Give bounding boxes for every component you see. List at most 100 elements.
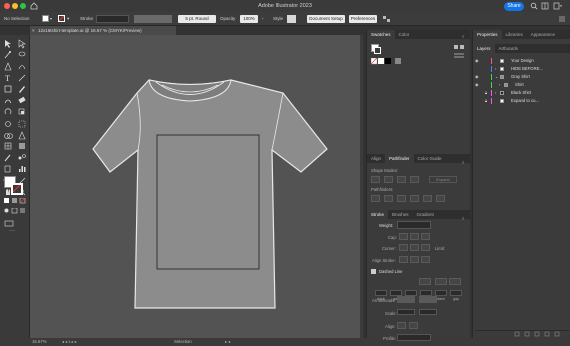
- end-arrowhead-dropdown[interactable]: [419, 296, 437, 303]
- round-join-button[interactable]: [410, 244, 419, 251]
- tab-swatches[interactable]: Swatches: [367, 30, 395, 39]
- layer-name[interactable]: Black Shirt: [511, 89, 531, 97]
- hand-tool-icon[interactable]: [6, 189, 10, 195]
- tab-artboards[interactable]: Artboards: [495, 44, 523, 53]
- direct-selection-tool-icon[interactable]: [18, 39, 26, 49]
- layer-name[interactable]: Expand to cu...: [511, 97, 539, 105]
- end-scale-field[interactable]: [419, 309, 437, 315]
- layer-name[interactable]: Gray Shirt: [511, 73, 530, 81]
- zoom-level[interactable]: 16.67%: [32, 338, 47, 346]
- shape-builder-tool-icon[interactable]: [4, 133, 13, 139]
- curvature-tool-icon[interactable]: [18, 65, 26, 70]
- graphic-style-swatch[interactable]: [287, 15, 296, 23]
- column-graph-tool-icon[interactable]: [19, 166, 26, 172]
- stroke-weight-input[interactable]: [397, 221, 431, 229]
- stroke-swatch[interactable]: [58, 15, 65, 22]
- artboard-nav-icons[interactable]: ◂ ◂ 1 ▸ ▸: [62, 338, 77, 346]
- share-button[interactable]: Share: [504, 2, 524, 11]
- crop-button[interactable]: [410, 195, 419, 202]
- intersect-button[interactable]: [397, 176, 406, 183]
- layer-name[interactable]: Your Design: [511, 57, 534, 65]
- align-inside-button[interactable]: [410, 256, 419, 263]
- gradient-tool-icon[interactable]: [19, 143, 25, 149]
- layer-name[interactable]: HIDE BEFORE...: [511, 65, 543, 73]
- eyedropper-tool-icon[interactable]: [4, 154, 11, 162]
- screen-mode-icon[interactable]: [4, 220, 18, 228]
- dash-align-button-1[interactable]: [419, 278, 431, 285]
- blend-tool-icon[interactable]: [18, 154, 26, 160]
- layer-row[interactable]: ◉ › Shirt: [473, 81, 570, 89]
- symbol-sprayer-tool-icon[interactable]: [4, 165, 11, 173]
- swatch-row[interactable]: [371, 58, 407, 65]
- expand-arrow-icon[interactable]: ›: [499, 81, 500, 89]
- expand-arrow-icon[interactable]: ›: [495, 89, 496, 97]
- canvas-scrollbar[interactable]: [360, 35, 363, 338]
- align-outside-button[interactable]: [421, 256, 430, 263]
- collapse-arrow-icon[interactable]: ⌄: [495, 73, 498, 81]
- trim-button[interactable]: [384, 195, 393, 202]
- divide-button[interactable]: [371, 195, 380, 202]
- arrange-documents-icon[interactable]: [382, 15, 392, 23]
- dash-align-button-3[interactable]: [449, 278, 461, 285]
- pen-tool-icon[interactable]: [4, 62, 12, 71]
- workspace-icon[interactable]: [541, 2, 549, 10]
- paintbrush-tool-icon[interactable]: [19, 86, 25, 93]
- line-segment-tool-icon[interactable]: [18, 74, 26, 82]
- layer-row[interactable]: › HIDE BEFORE...: [473, 65, 570, 73]
- width-profile-dropdown[interactable]: [397, 334, 431, 341]
- tab-stroke[interactable]: Stroke: [367, 210, 389, 219]
- stroke-dropdown-icon[interactable]: ▾: [67, 15, 69, 23]
- free-transform-tool-icon[interactable]: [18, 120, 26, 128]
- rectangle-tool-icon[interactable]: [4, 85, 12, 93]
- projecting-cap-button[interactable]: [421, 233, 430, 240]
- round-cap-button[interactable]: [410, 233, 419, 240]
- stroke-weight-field[interactable]: [96, 15, 129, 23]
- layer-row[interactable]: 🔒︎ Expand to cu...: [473, 97, 570, 105]
- align-center-button[interactable]: [399, 256, 408, 263]
- visibility-eye-icon[interactable]: ◉: [475, 73, 479, 81]
- perspective-grid-tool-icon[interactable]: [18, 131, 26, 140]
- preferences-button[interactable]: Preferences: [349, 15, 377, 23]
- layer-row[interactable]: 🔒︎ › Black Shirt: [473, 89, 570, 97]
- arrow-place-button[interactable]: [409, 322, 418, 329]
- panel-menu-icon[interactable]: [558, 15, 566, 23]
- gap-field-3[interactable]: [450, 290, 462, 296]
- tab-appearance[interactable]: Appearance: [527, 30, 559, 39]
- opacity-field[interactable]: 100%: [240, 15, 258, 23]
- outline-button[interactable]: [423, 195, 432, 202]
- lock-icon[interactable]: 🔒︎: [485, 97, 487, 105]
- width-tool-icon[interactable]: [4, 121, 12, 127]
- shaper-tool-icon[interactable]: [4, 99, 12, 104]
- panel-collapse-controls[interactable]: ≡ ≡ ≡: [462, 32, 468, 332]
- eraser-tool-icon[interactable]: [18, 96, 26, 104]
- tab-properties[interactable]: Properties: [473, 30, 502, 39]
- edit-toolbar-icon[interactable]: ···: [9, 228, 15, 234]
- tab-brushes[interactable]: Brushes: [388, 210, 413, 219]
- merge-button[interactable]: [397, 195, 406, 202]
- tab-layers[interactable]: Layers: [473, 44, 495, 53]
- stroke-label[interactable]: Stroke: [80, 15, 93, 23]
- magic-wand-tool-icon[interactable]: [4, 51, 11, 59]
- stroke-color-box[interactable]: [11, 183, 23, 195]
- bevel-join-button[interactable]: [421, 244, 430, 251]
- tab-libraries[interactable]: Libraries: [502, 30, 527, 39]
- workspace-switcher-icon[interactable]: [553, 2, 563, 10]
- tab-pathfinder[interactable]: Pathfinder: [385, 154, 414, 163]
- opacity-dropdown-icon[interactable]: ›: [262, 15, 264, 23]
- rotate-tool-icon[interactable]: [4, 108, 12, 115]
- scale-tool-icon[interactable]: [18, 108, 25, 115]
- fill-dropdown-icon[interactable]: ▾: [50, 15, 52, 23]
- expand-arrow-icon[interactable]: ›: [495, 65, 496, 73]
- layer-name[interactable]: Shirt: [515, 81, 524, 89]
- unite-button[interactable]: [371, 176, 380, 183]
- close-tab-icon[interactable]: ×: [32, 26, 35, 35]
- mesh-tool-icon[interactable]: [4, 142, 12, 150]
- expand-button[interactable]: Expand: [429, 176, 457, 183]
- status-arrows[interactable]: ▸ ◂: [225, 338, 230, 346]
- visibility-eye-icon[interactable]: ◉: [475, 81, 479, 89]
- brush-definition-dropdown[interactable]: 5 pt. Round: [178, 15, 216, 23]
- lock-icon[interactable]: 🔒︎: [485, 89, 487, 97]
- tab-color-guide[interactable]: Color Guide: [414, 154, 446, 163]
- canvas[interactable]: [30, 35, 362, 338]
- variable-width-profile[interactable]: [134, 15, 172, 23]
